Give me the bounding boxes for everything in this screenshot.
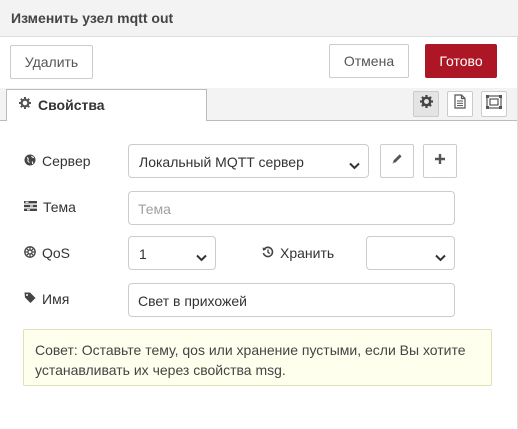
tag-icon [24,291,36,307]
globe-icon [24,153,36,169]
retain-select[interactable] [366,236,455,270]
chevron-down-icon [196,249,207,265]
cancel-button[interactable]: Отмена [329,44,409,78]
server-label-text: Сервер [42,153,91,169]
description-tab-button[interactable] [447,91,473,117]
tip-text: Совет: Оставьте тему, qos или хранение п… [35,342,466,378]
topic-label-text: Тема [43,199,76,215]
file-text-icon [454,94,466,114]
name-label: Имя [24,291,69,307]
chevron-down-icon [349,157,360,173]
qos-select[interactable]: 1 [128,236,216,270]
dialog-header: Изменить узел mqtt out [0,0,518,37]
qos-label-text: QoS [42,245,71,261]
done-button[interactable]: Готово [425,44,497,78]
object-group-icon [486,94,502,114]
edit-server-button[interactable] [380,144,414,178]
delete-button[interactable]: Удалить [10,45,93,79]
tab-properties[interactable]: Свойства [6,89,207,121]
server-select[interactable]: Локальный MQTT сервер [128,144,369,178]
server-label: Сервер [24,153,91,169]
name-label-text: Имя [42,291,70,307]
chevron-down-icon [435,249,446,265]
add-server-button[interactable] [423,144,457,178]
tab-properties-label: Свойства [38,97,105,113]
qos-select-value: 1 [139,246,147,262]
gear-icon [419,95,433,113]
empire-icon [24,245,36,261]
tab-bar: Свойства [0,88,518,121]
tip-box: Совет: Оставьте тему, qos или хранение п… [23,329,492,386]
appearance-tab-button[interactable] [481,91,507,117]
server-select-value: Локальный MQTT сервер [139,154,304,170]
retain-label-text: Хранить [280,245,335,261]
name-input[interactable]: Свет в прихожей [128,283,455,317]
pencil-icon [391,152,403,170]
qos-label: QoS [24,245,70,261]
history-icon [262,245,274,261]
plus-icon [434,152,446,170]
tasks-icon [24,199,37,215]
retain-label: Хранить [262,245,334,261]
topic-input[interactable]: Тема [128,191,455,225]
topic-input-placeholder: Тема [138,201,171,217]
name-input-value: Свет в прихожей [138,293,247,309]
settings-tab-button[interactable] [413,91,439,117]
topic-label: Тема [24,199,76,215]
dialog-title: Изменить узел mqtt out [11,10,174,26]
gear-icon [19,97,31,112]
